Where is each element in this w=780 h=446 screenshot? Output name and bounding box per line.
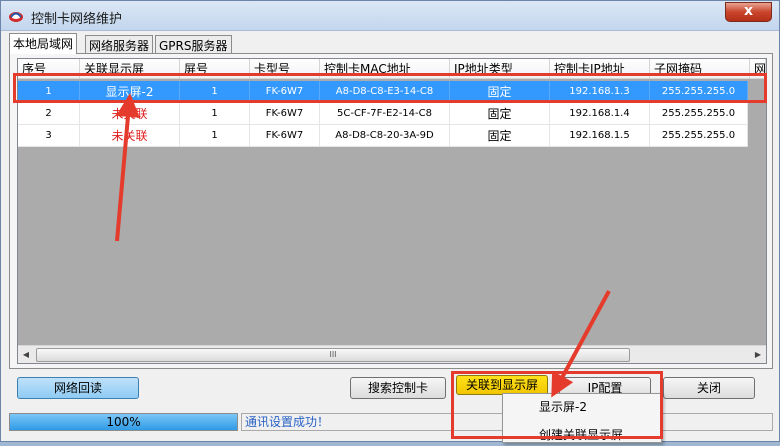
close-button[interactable]: 关闭 [663,377,755,399]
window-close-button[interactable]: x [725,2,772,22]
tab-gprs-server[interactable]: GPRS服务器 [155,35,232,53]
table-cell: 192.168.1.5 [550,125,650,147]
table-cell: 3 [18,125,80,147]
annotation-box-buttons-menu [451,371,663,439]
scrollbar-thumb[interactable]: III [36,348,630,362]
table-cell: FK-6W7 [250,125,320,147]
table-row[interactable]: 2 未关联 1 FK-6W7 5C-CF-7F-E2-14-C8 固定 192.… [18,103,748,125]
table-cell: 1 [180,125,250,147]
scroll-left-icon[interactable]: ◀ [20,349,32,361]
network-readback-button[interactable]: 网络回读 [17,377,139,399]
scroll-right-icon[interactable]: ▶ [752,349,764,361]
app-logo-icon [9,12,23,22]
progress-text: 100% [106,415,141,429]
table-cell: 固定 [450,125,550,147]
table-cell: 1 [180,103,250,125]
table-cell: 固定 [450,103,550,125]
table-cell: A8-D8-C8-20-3A-9D [320,125,450,147]
table-cell: 未关联 [80,103,180,125]
controller-table: 序号 关联显示屏 屏号 卡型号 控制卡MAC地址 IP地址类型 控制卡IP地址 … [17,58,767,364]
annotation-box-selected-row [13,73,767,103]
horizontal-scrollbar[interactable]: ◀ III ▶ [18,345,766,363]
progress-bar: 100% [9,413,238,431]
dialog-window: 控制卡网络维护 x 本地局域网 网络服务器 GPRS服务器 序号 关联显示屏 屏… [0,0,780,443]
window-title: 控制卡网络维护 [31,12,123,27]
tab-local-lan[interactable]: 本地局域网 [9,33,78,54]
title-bar[interactable]: 控制卡网络维护 x [1,1,779,31]
table-cell: 5C-CF-7F-E2-14-C8 [320,103,450,125]
table-row[interactable]: 3 未关联 1 FK-6W7 A8-D8-C8-20-3A-9D 固定 192.… [18,125,748,147]
table-cell: 未关联 [80,125,180,147]
tab-network-server[interactable]: 网络服务器 [85,35,154,53]
search-card-button[interactable]: 搜索控制卡 [350,377,446,399]
table-cell: 255.255.255.0 [650,125,748,147]
table-cell: 192.168.1.4 [550,103,650,125]
table-cell: 2 [18,103,80,125]
table-cell: 255.255.255.0 [650,103,748,125]
table-cell: FK-6W7 [250,103,320,125]
